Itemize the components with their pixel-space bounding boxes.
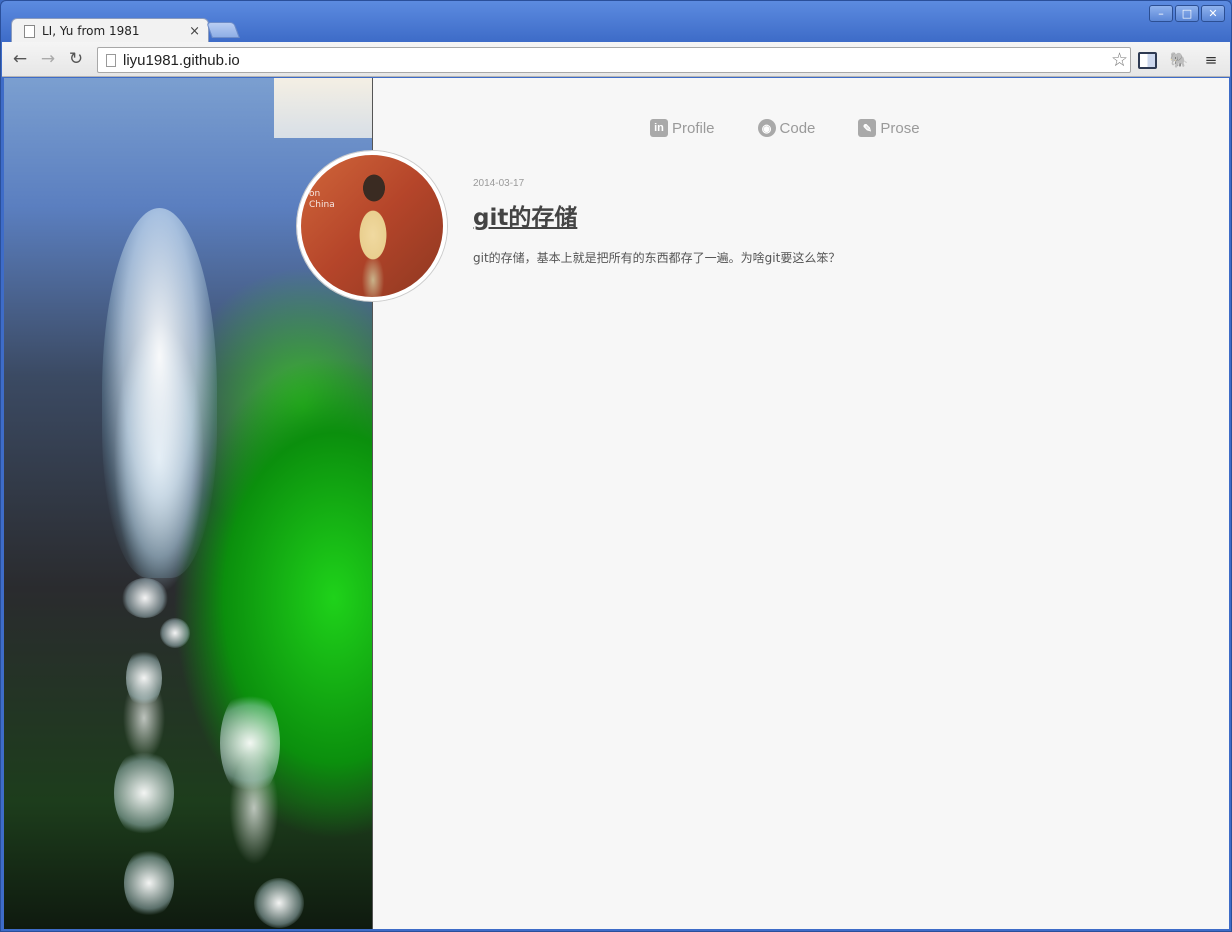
avatar: on China (297, 151, 447, 301)
browser-tab[interactable]: LI, Yu from 1981 × (11, 18, 209, 43)
water-drop (122, 578, 168, 618)
post-title-link[interactable]: git的存储 (473, 198, 577, 232)
nav-label: Prose (880, 119, 920, 137)
page-icon (24, 24, 35, 38)
water-drop (160, 618, 190, 648)
water-spout (102, 208, 217, 578)
extension-button[interactable] (1136, 49, 1158, 71)
window-extension-icon (1137, 51, 1157, 69)
back-button[interactable]: ← (8, 47, 32, 71)
post-excerpt: git的存储，基本上就是把所有的东西都存了一遍。为啥git要这么笨？ (473, 251, 841, 265)
post-entry: 2014-03-17 git的存储 git的存储，基本上就是把所有的东西都存了一… (473, 178, 1173, 266)
nav-label: Profile (672, 119, 715, 137)
evernote-button[interactable]: 🐘 (1168, 49, 1190, 71)
evernote-icon: 🐘 (1169, 51, 1189, 69)
browser-window: – □ ✕ LI, Yu from 1981 × ← → ↻ liyu1981.… (0, 0, 1232, 932)
tab-close-icon[interactable]: × (189, 24, 200, 39)
bookmark-star-icon[interactable]: ☆ (1111, 49, 1128, 71)
water-drop (254, 878, 304, 928)
window-controls: – □ ✕ (1149, 5, 1225, 22)
toolbar-extensions: 🐘 ≡ (1136, 49, 1222, 71)
github-icon: ◉ (757, 119, 776, 137)
post-date: 2014-03-17 (473, 178, 525, 189)
tab-title: LI, Yu from 1981 (42, 24, 140, 38)
nav-link-prose[interactable]: ✎ Prose (858, 119, 920, 137)
water-drop (124, 848, 174, 918)
water-drop (220, 688, 280, 798)
top-nav: in Profile ◉ Code ✎ Prose (650, 119, 920, 137)
avatar-caption: on China (309, 189, 335, 210)
url-text: liyu1981.github.io (123, 51, 240, 69)
reload-button[interactable]: ↻ (64, 47, 88, 71)
browser-toolbar: ← → ↻ liyu1981.github.io ☆ 🐘 ≡ (2, 42, 1230, 77)
nav-link-profile[interactable]: in Profile (650, 119, 715, 137)
minimize-button[interactable]: – (1149, 5, 1173, 22)
maximize-button[interactable]: □ (1175, 5, 1199, 22)
linkedin-icon: in (650, 119, 668, 137)
nav-link-code[interactable]: ◉ Code (757, 119, 816, 137)
menu-button[interactable]: ≡ (1200, 49, 1222, 71)
nav-label: Code (779, 119, 816, 137)
water-drop (126, 648, 162, 708)
forward-button[interactable]: → (36, 47, 60, 71)
page-viewport: on China in Profile ◉ Code ✎ Prose 2014-… (4, 78, 1229, 929)
water-drop (114, 748, 174, 838)
pencil-icon: ✎ (858, 119, 877, 137)
close-window-button[interactable]: ✕ (1201, 5, 1225, 22)
page-icon (106, 53, 116, 67)
new-tab-button[interactable] (206, 22, 240, 38)
address-bar[interactable]: liyu1981.github.io ☆ (97, 47, 1131, 73)
hero-sky (274, 78, 372, 138)
